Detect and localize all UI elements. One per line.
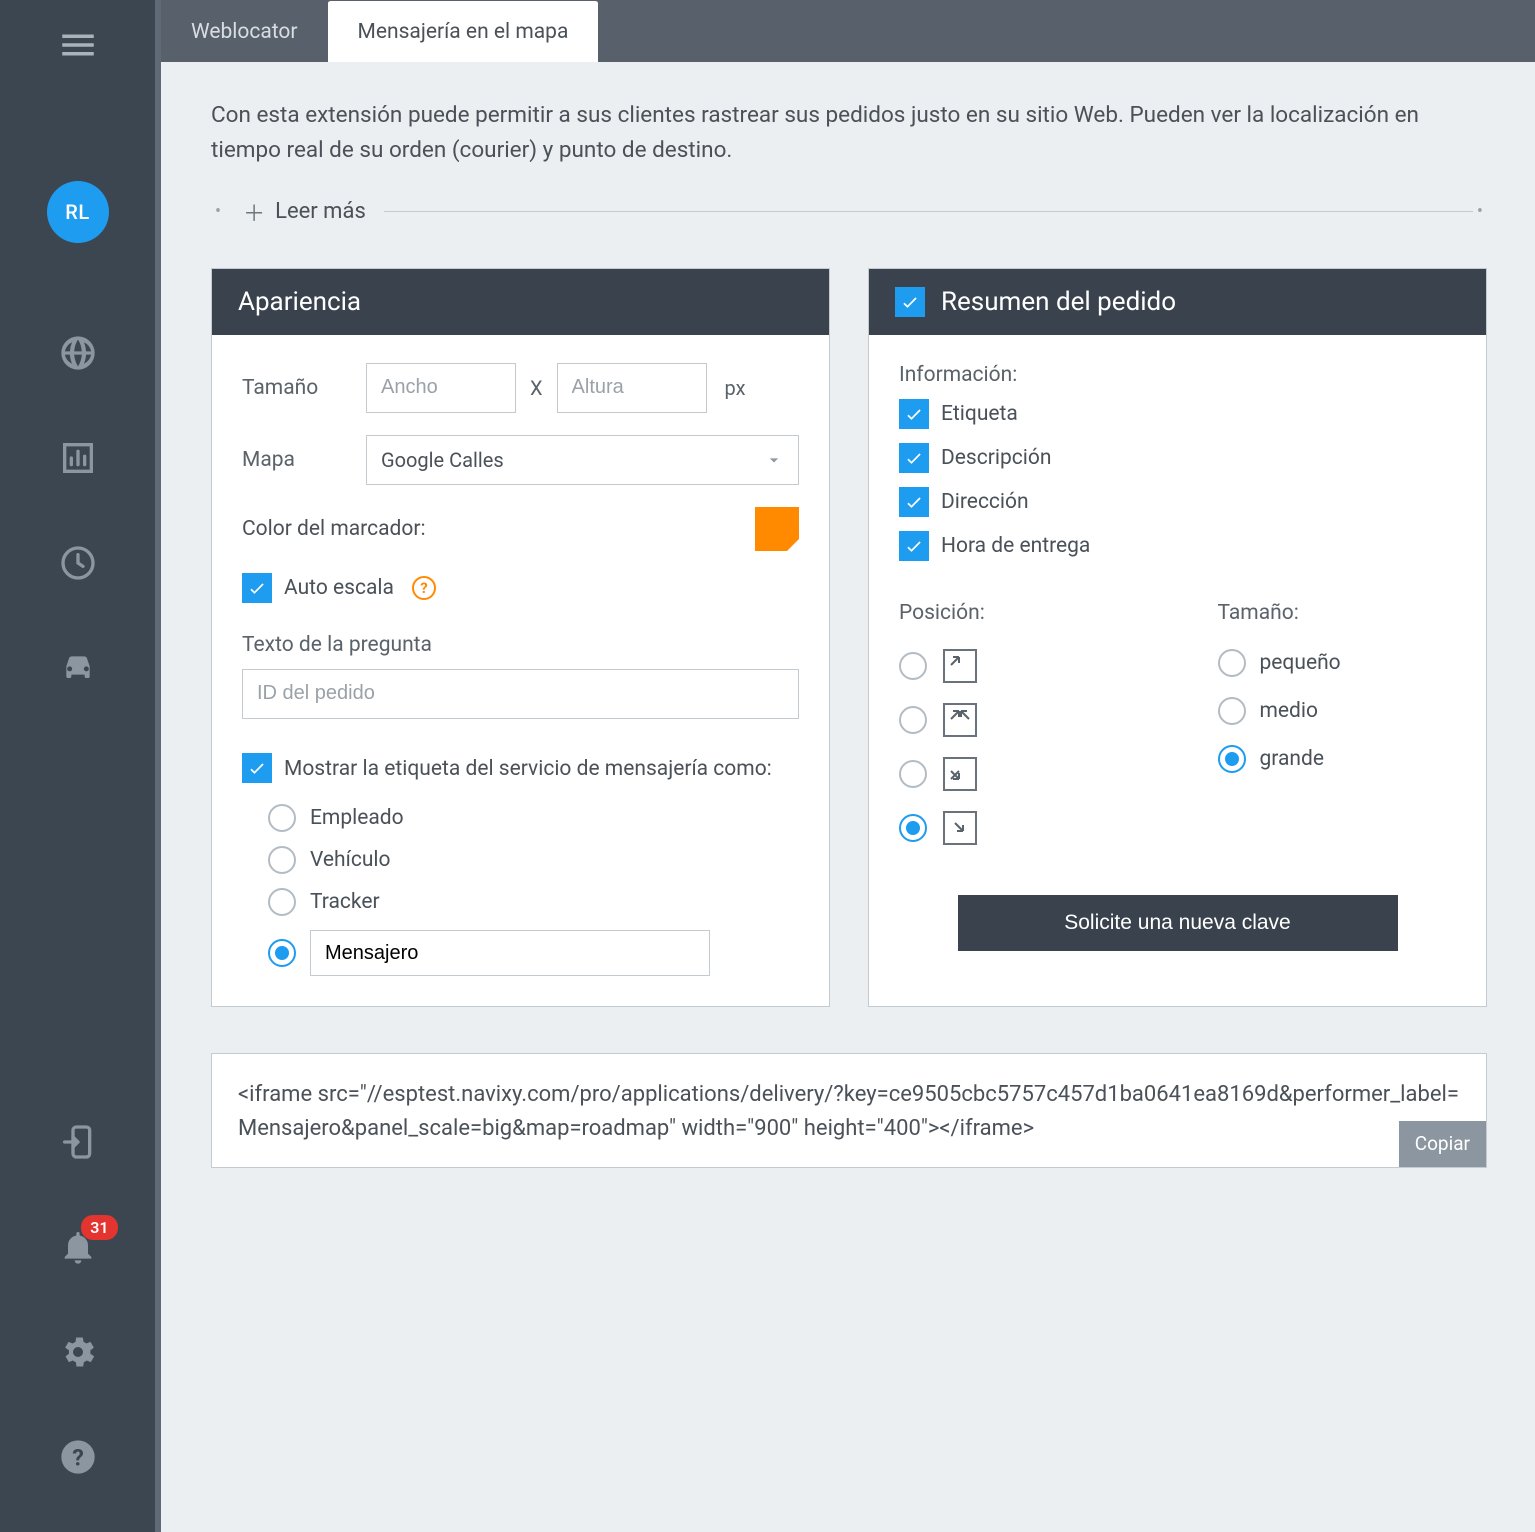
panel-appearance: Apariencia Tamaño X px Mapa	[211, 268, 830, 1008]
width-input[interactable]	[366, 363, 516, 413]
radio-size-large[interactable]: grande	[1218, 745, 1457, 773]
radio-pos-tr[interactable]	[899, 703, 1138, 737]
appearance-title: Apariencia	[238, 287, 361, 317]
tab-bar: Weblocator Mensajería en el mapa	[155, 0, 1535, 62]
intro-text: Con esta extensión puede permitir a sus …	[211, 98, 1487, 168]
chk-etiqueta-label: Etiqueta	[941, 402, 1018, 426]
radio-size-medium-label: medio	[1260, 699, 1318, 723]
radio-size-small[interactable]: pequeño	[1218, 649, 1457, 677]
radio-vehicle[interactable]: Vehículo	[268, 846, 799, 874]
check-icon	[900, 292, 920, 312]
auto-scale-label: Auto escala	[284, 576, 394, 600]
chevron-down-icon	[764, 450, 784, 470]
check-icon	[247, 578, 267, 598]
iframe-code-text[interactable]: <iframe src="//esptest.navixy.com/pro/ap…	[238, 1082, 1459, 1141]
radio-custom-input[interactable]	[310, 930, 710, 976]
radio-tracker-label: Tracker	[310, 890, 380, 914]
radio-tracker[interactable]: Tracker	[268, 888, 799, 916]
size-label: Tamaño	[242, 376, 354, 400]
corner-br-icon	[943, 811, 977, 845]
panel-summary-header: Resumen del pedido	[869, 269, 1486, 335]
car-icon[interactable]	[58, 648, 98, 693]
avatar[interactable]: RL	[47, 181, 109, 243]
panel-summary: Resumen del pedido Información: Etiqueta…	[868, 268, 1487, 1008]
radio-size-medium[interactable]: medio	[1218, 697, 1457, 725]
check-icon	[904, 404, 924, 424]
chk-hora-label: Hora de entrega	[941, 534, 1090, 558]
menu-icon[interactable]	[57, 24, 99, 71]
radio-employee-label: Empleado	[310, 806, 404, 830]
corner-bl-icon	[943, 757, 977, 791]
device-icon[interactable]	[58, 1122, 98, 1167]
position-label: Posición:	[899, 601, 1138, 625]
sidebar: RL 31 ?	[0, 0, 155, 1532]
clock-icon[interactable]	[58, 543, 98, 588]
summary-enable-checkbox[interactable]	[895, 287, 925, 317]
height-input[interactable]	[557, 363, 707, 413]
copy-button[interactable]: Copiar	[1399, 1121, 1486, 1166]
marker-color-swatch[interactable]	[755, 507, 799, 551]
main: Weblocator Mensajería en el mapa Con est…	[155, 0, 1535, 1532]
show-label-text: Mostrar la etiqueta del servicio de mens…	[284, 753, 772, 787]
plus-icon: ＋	[243, 196, 265, 228]
chart-icon[interactable]	[58, 438, 98, 483]
marker-color-label: Color del marcador:	[242, 517, 426, 541]
help-icon[interactable]: ?	[58, 1437, 98, 1482]
radio-size-large-label: grande	[1260, 747, 1325, 771]
info-label: Información:	[899, 363, 1456, 387]
tab-weblocator[interactable]: Weblocator	[161, 0, 328, 62]
gear-icon[interactable]	[58, 1332, 98, 1377]
map-label: Mapa	[242, 448, 354, 472]
map-select[interactable]: Google Calles	[366, 435, 799, 485]
chk-direccion-label: Dirección	[941, 490, 1029, 514]
chk-descripcion[interactable]	[899, 443, 929, 473]
check-icon	[247, 758, 267, 778]
radio-custom[interactable]	[268, 930, 799, 976]
question-text-input[interactable]	[242, 669, 799, 719]
request-key-button[interactable]: Solicite una nueva clave	[958, 895, 1398, 951]
help-hint-icon[interactable]: ?	[412, 576, 436, 600]
globe-icon[interactable]	[58, 333, 98, 378]
size-separator: X	[530, 376, 543, 400]
chk-hora[interactable]	[899, 531, 929, 561]
question-text-label: Texto de la pregunta	[242, 633, 799, 657]
check-icon	[904, 492, 924, 512]
radio-vehicle-label: Vehículo	[310, 848, 390, 872]
corner-tr-icon	[943, 703, 977, 737]
radio-employee[interactable]: Empleado	[268, 804, 799, 832]
summary-title: Resumen del pedido	[941, 287, 1176, 317]
radio-size-small-label: pequeño	[1260, 651, 1341, 675]
radio-pos-tl[interactable]	[899, 649, 1138, 683]
map-select-value: Google Calles	[381, 448, 504, 472]
read-more-toggle[interactable]: • ＋ Leer más •	[211, 196, 1487, 228]
chk-direccion[interactable]	[899, 487, 929, 517]
auto-scale-checkbox[interactable]	[242, 573, 272, 603]
radio-pos-br[interactable]	[899, 811, 1138, 845]
check-icon	[904, 448, 924, 468]
read-more-label: Leer más	[275, 199, 366, 224]
chk-descripcion-label: Descripción	[941, 446, 1051, 470]
size-label: Tamaño:	[1218, 601, 1457, 625]
panel-appearance-header: Apariencia	[212, 269, 829, 335]
notification-badge: 31	[81, 1215, 117, 1240]
svg-text:?: ?	[72, 1443, 84, 1471]
check-icon	[904, 536, 924, 556]
size-unit: px	[725, 376, 746, 400]
corner-tl-icon	[943, 649, 977, 683]
chk-etiqueta[interactable]	[899, 399, 929, 429]
radio-pos-bl[interactable]	[899, 757, 1138, 791]
tab-messaging[interactable]: Mensajería en el mapa	[328, 0, 599, 62]
show-label-checkbox[interactable]	[242, 753, 272, 783]
notifications-icon[interactable]: 31	[58, 1227, 98, 1272]
iframe-code-box: <iframe src="//esptest.navixy.com/pro/ap…	[211, 1053, 1487, 1167]
